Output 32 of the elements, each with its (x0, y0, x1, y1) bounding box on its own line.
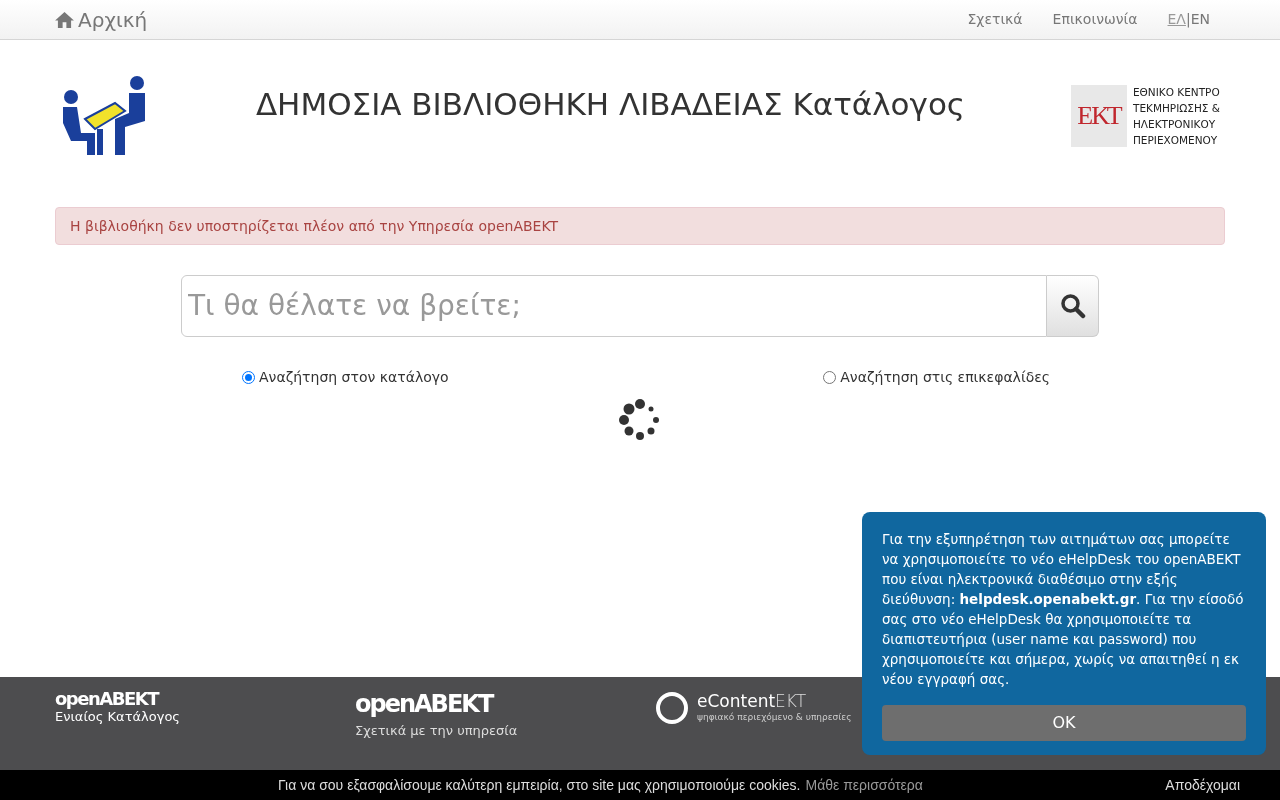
home-icon (55, 11, 74, 28)
footer-logo-text: openABEKT (55, 689, 160, 709)
alert-message: Η βιβλιοθήκη δεν υποστηρίζεται πλέον από την Υπηρεσία openABEKT (55, 207, 1225, 245)
nav-link[interactable]: Σχετικά (967, 9, 1023, 30)
ekt-logo-text: ΗΛΕΚΤΡΟΝΙΚΟΥ (1132, 117, 1217, 132)
separator-text: | (1185, 10, 1191, 30)
page-title: ΔΗΜΟΣΙΑ ΒΙΒΛΙΟΘΗΚΗ ΛΙΒΑΔΕΙΑΣ Κατάλογος (255, 85, 966, 124)
footer-subtitle: Ενιαίος Κατάλογος (55, 709, 181, 725)
ok-button[interactable]: OK (882, 705, 1246, 741)
search-field[interactable]: Τι θα θέλατε να βρείτε; (181, 275, 1047, 337)
nav-link[interactable]: Επικοινωνία (1052, 9, 1138, 30)
language-link[interactable]: EN (1190, 9, 1210, 30)
popup-message: Για την εξυπηρέτηση των αιτημάτων σας μπορείτε να χρησιμοποιείτε το νέο eHelpDesk του openABEKT που είναι ηλεκτρονικά διαθέσιμο στην εξής διεύθυνση: helpdesk.openabekt.gr. Για την είσοδό σας στο νέο eHelpDesk θα χρησιμοποιείτε τα διαπιστευτήρια (user name και password) που χρησιμοποιείτε και σήμερα, χωρίς να απαιτηθεί η εκ νέου εγγραφή σας. (882, 530, 1245, 689)
ekt-logo-text: ΠΕΡΙΕΧΟΜΕΝΟΥ (1132, 133, 1219, 148)
footer-subtitle: Σχετικά με την υπηρεσία (355, 722, 519, 740)
home-link[interactable]: Αρχική (55, 4, 148, 35)
search-button[interactable] (1047, 275, 1099, 337)
ekt-logo-text: ΤΕΚΜΗΡΙΩΣΗΣ & (1132, 101, 1220, 116)
ekt-logo-text: ΕΘΝΙΚΟ ΚΕΝΤΡΟ (1132, 85, 1220, 100)
cookie-message: Για να σου εξασφαλίσουμε καλύτερη εμπειρία, στο site μας χρησιμοποιούμε cookies. (278, 775, 801, 795)
search-mode-option[interactable]: Αναζήτηση στον κατάλογο (242, 367, 449, 388)
footer-logo-text: openABEKT (355, 689, 494, 719)
footer-subtitle: ψηφιακό περιεχόμενο & υπηρεσίες (697, 711, 852, 725)
ring-icon (655, 691, 689, 725)
search-mode-option[interactable]: Αναζήτηση στις επικεφαλίδες (823, 367, 1050, 388)
learn-more-link[interactable]: Μάθε περισσότερα (805, 774, 923, 796)
search-icon (1059, 293, 1086, 319)
radio-button[interactable] (823, 371, 837, 384)
accept-link[interactable]: Αποδέχομαι (1165, 774, 1240, 796)
ekt-mark: ΕΚΤ (1070, 85, 1127, 147)
language-link[interactable]: ΕΛ (1167, 9, 1186, 30)
footer-logo-text: eContentEKT (697, 691, 808, 712)
